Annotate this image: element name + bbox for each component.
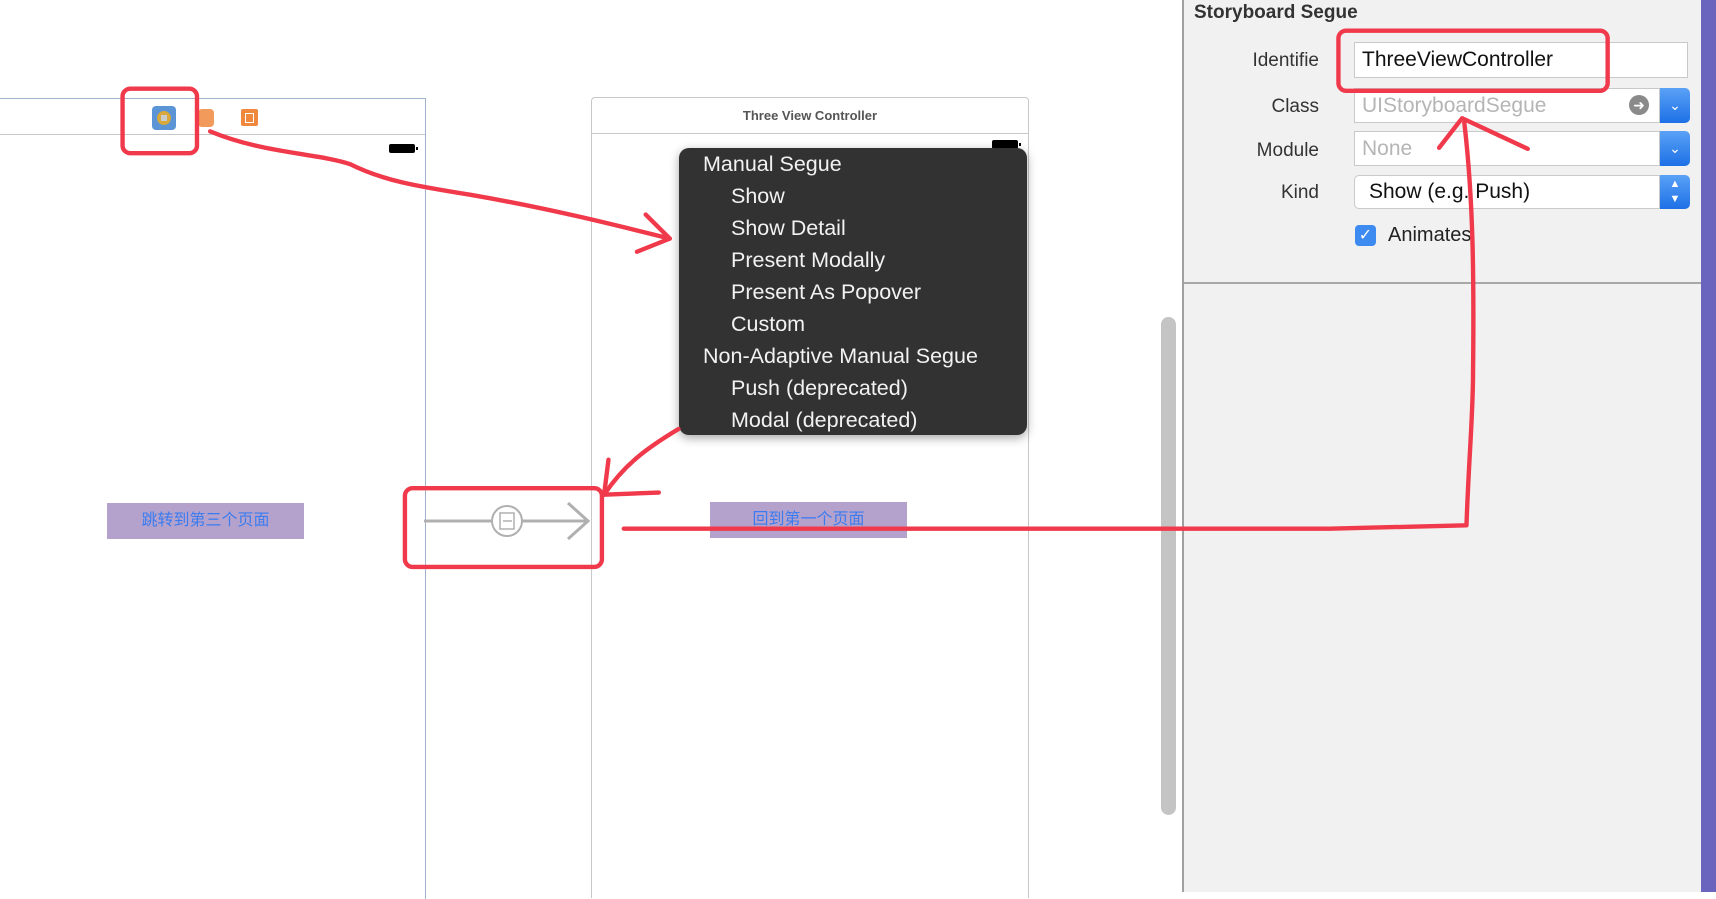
menu-item-present-modally[interactable]: Present Modally (731, 248, 885, 273)
module-field[interactable]: None (1354, 131, 1660, 166)
menu-header-manual-segue: Manual Segue (703, 152, 842, 176)
animates-checkbox[interactable]: ✓ (1355, 225, 1376, 246)
class-label: Class (1271, 96, 1319, 117)
menu-header-non-adaptive: Non-Adaptive Manual Segue (703, 344, 978, 368)
segue-type-menu: Manual Segue Show Show Detail Present Mo… (679, 148, 1027, 435)
class-dropdown-chevron-icon[interactable]: ⌄ (1660, 88, 1690, 123)
menu-item-modal-deprecated[interactable]: Modal (deprecated) (731, 408, 917, 433)
module-label: Module (1256, 140, 1319, 161)
class-field[interactable]: UIStoryboardSegue (1354, 88, 1660, 123)
section-divider (1184, 282, 1703, 284)
segue-arrow-icon[interactable] (424, 500, 594, 544)
go-to-class-arrow-icon[interactable]: ➜ (1629, 95, 1649, 115)
menu-item-show-detail[interactable]: Show Detail (731, 216, 846, 241)
window-edge (1701, 0, 1716, 892)
section-title: Storyboard Segue (1194, 2, 1358, 23)
exit-icon[interactable] (241, 109, 258, 126)
module-dropdown-chevron-icon[interactable]: ⌄ (1660, 131, 1690, 166)
left-scene (0, 98, 426, 899)
attributes-inspector: Storyboard Segue Identifie ThreeViewCont… (1182, 0, 1703, 892)
battery-icon (389, 144, 418, 153)
first-responder-icon[interactable] (198, 109, 214, 127)
menu-item-custom[interactable]: Custom (731, 312, 805, 337)
menu-item-push-deprecated[interactable]: Push (deprecated) (731, 376, 908, 401)
identifier-field[interactable]: ThreeViewController (1354, 42, 1688, 78)
animates-label: Animates (1388, 224, 1472, 246)
canvas-scrollbar[interactable] (1161, 317, 1176, 815)
jump-to-third-page-button[interactable]: 跳转到第三个页面 (107, 503, 304, 539)
menu-item-show[interactable]: Show (731, 184, 785, 209)
scene-title-bar: Three View Controller (592, 98, 1028, 134)
scene-title: Three View Controller (742, 108, 878, 123)
kind-updown-chevron-icon[interactable]: ▲ ▼ (1660, 175, 1690, 209)
kind-label: Kind (1280, 182, 1319, 203)
scene-dock (0, 99, 425, 135)
view-controller-icon[interactable] (152, 106, 176, 130)
menu-item-present-as-popover[interactable]: Present As Popover (731, 280, 921, 305)
kind-select[interactable]: Show (e.g. Push) (1354, 175, 1660, 209)
identifier-label: Identifie (1252, 50, 1319, 71)
back-to-first-page-button[interactable]: 回到第一个页面 (710, 502, 907, 538)
